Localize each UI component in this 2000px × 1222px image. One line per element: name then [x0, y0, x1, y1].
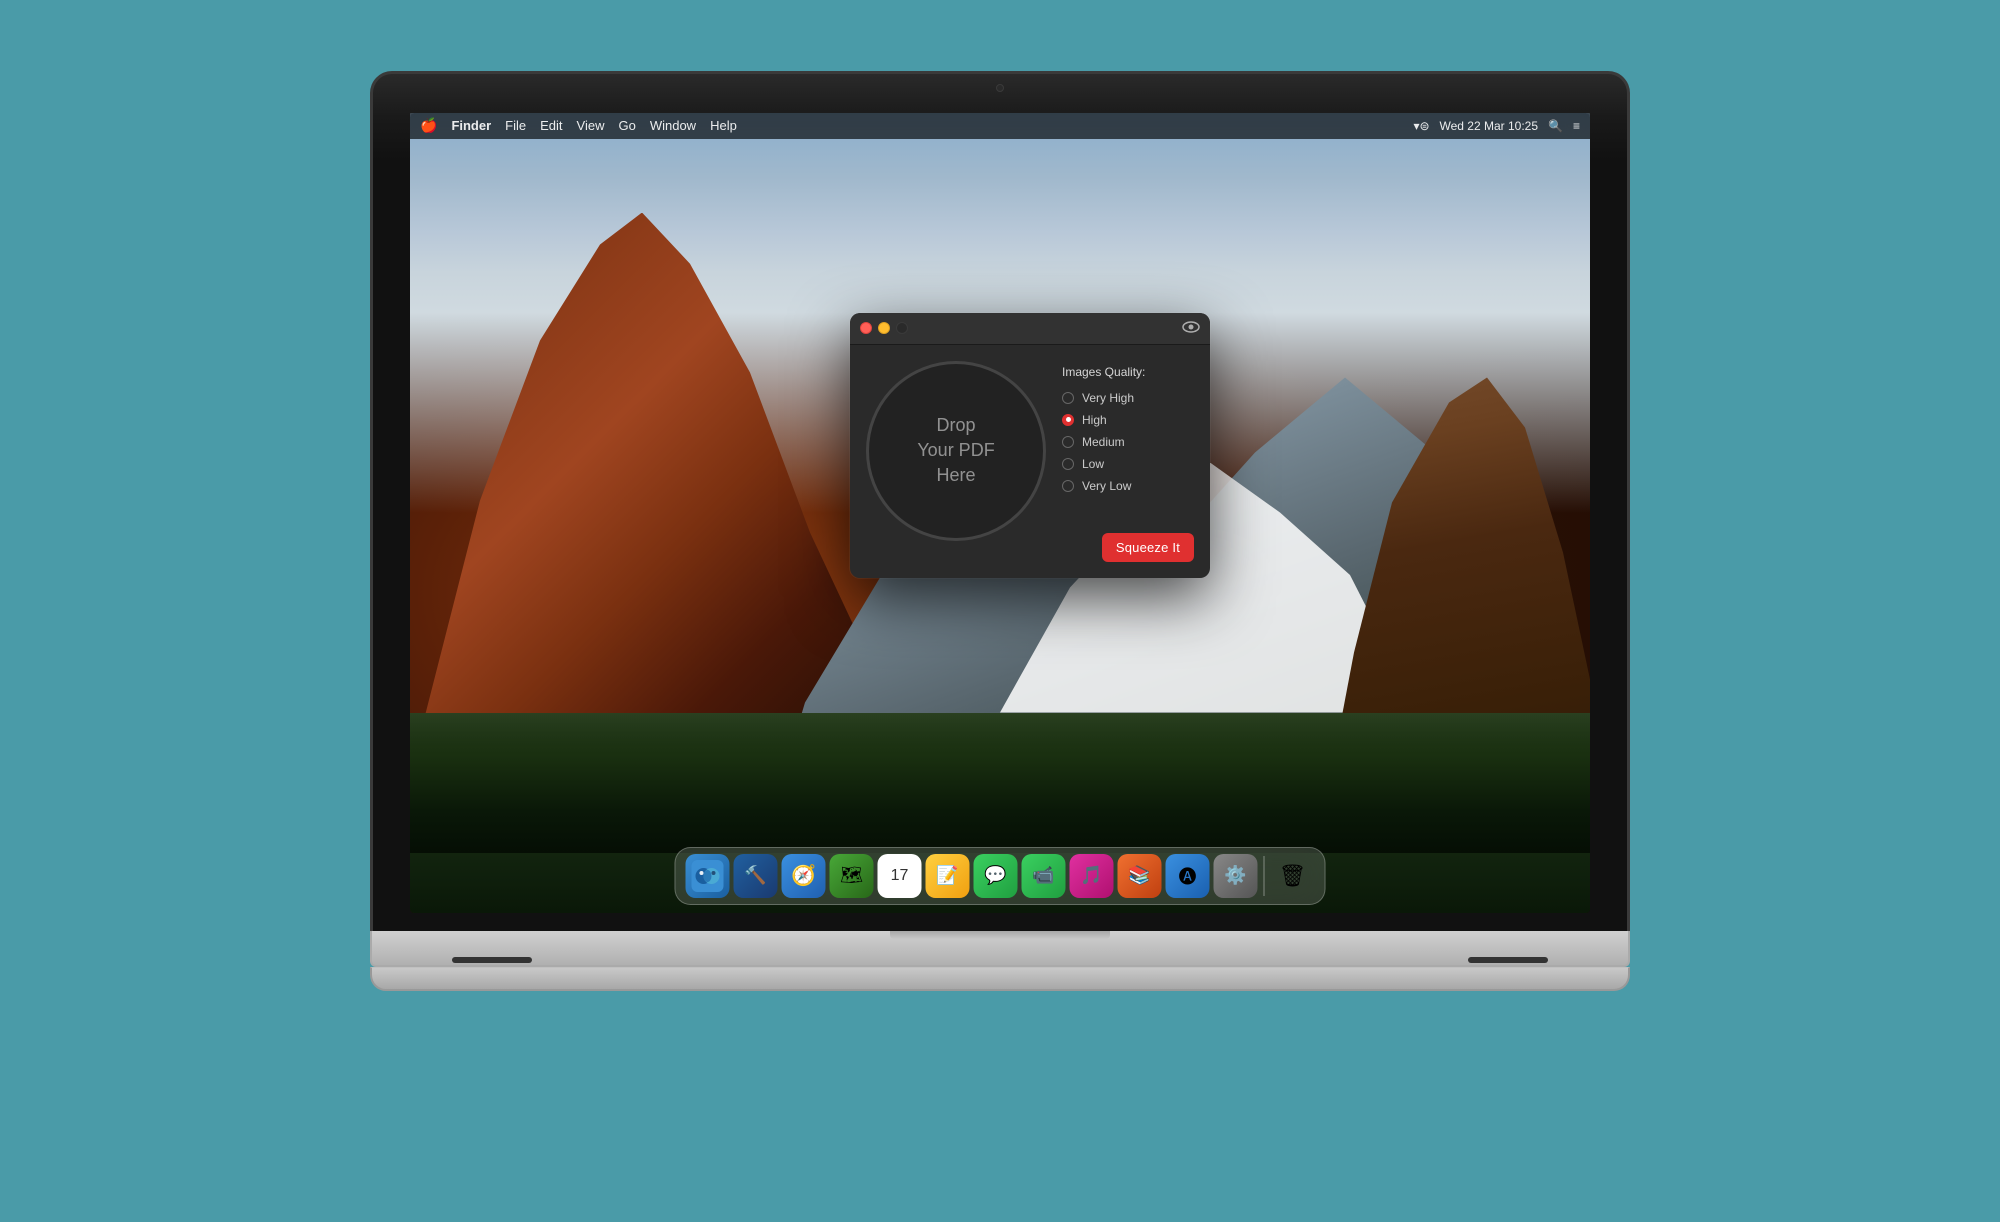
eye-icon[interactable]: [1182, 320, 1200, 336]
dock-icon-maps[interactable]: 🗺: [830, 854, 874, 898]
quality-option-very-high[interactable]: Very High: [1062, 391, 1194, 405]
dock-icon-appstore[interactable]: 🅐: [1166, 854, 1210, 898]
window-content: Drop Your PDF Here Images Quality:: [850, 345, 1210, 578]
dock-icon-safari[interactable]: 🧭: [782, 854, 826, 898]
trees: [410, 713, 1590, 853]
macbook: 🍎 Finder File Edit View Go Window Help ▾…: [370, 71, 1630, 1151]
dock-icon-facetime[interactable]: 📹: [1022, 854, 1066, 898]
quality-option-very-low[interactable]: Very Low: [1062, 479, 1194, 493]
menubar-app-name[interactable]: Finder: [451, 118, 491, 133]
quality-option-medium[interactable]: Medium: [1062, 435, 1194, 449]
macbook-base: [370, 931, 1630, 967]
dock-icon-syspref[interactable]: ⚙️: [1214, 854, 1258, 898]
menubar-file[interactable]: File: [505, 118, 526, 133]
maximize-button[interactable]: [896, 322, 908, 334]
window-titlebar: [850, 313, 1210, 345]
radio-low[interactable]: [1062, 458, 1074, 470]
rubber-foot-left: [452, 957, 532, 963]
apple-logo-icon[interactable]: 🍎: [420, 117, 437, 134]
dock-separator: [1264, 856, 1265, 896]
menubar-left: 🍎 Finder File Edit View Go Window Help: [420, 117, 737, 134]
menubar-help[interactable]: Help: [710, 118, 737, 133]
dock: 🔨 🧭 🗺 17 📝 💬: [675, 847, 1326, 905]
dock-icon-xcode[interactable]: 🔨: [734, 854, 778, 898]
search-icon[interactable]: 🔍: [1548, 119, 1563, 133]
quality-option-high[interactable]: High: [1062, 413, 1194, 427]
dock-icon-messages[interactable]: 💬: [974, 854, 1018, 898]
drop-zone[interactable]: Drop Your PDF Here: [866, 361, 1046, 541]
app-window: Drop Your PDF Here Images Quality:: [850, 313, 1210, 578]
close-button[interactable]: [860, 322, 872, 334]
radio-very-high[interactable]: [1062, 392, 1074, 404]
camera-dot: [996, 84, 1004, 92]
menubar-edit[interactable]: Edit: [540, 118, 562, 133]
dock-icon-itunes[interactable]: 🎵: [1070, 854, 1114, 898]
radio-very-low[interactable]: [1062, 480, 1074, 492]
menubar-window[interactable]: Window: [650, 118, 696, 133]
radio-high[interactable]: [1062, 414, 1074, 426]
screen-lid: 🍎 Finder File Edit View Go Window Help ▾…: [370, 71, 1630, 931]
quality-options: Very High High: [1062, 391, 1194, 493]
quality-panel: Images Quality: Very High: [1062, 361, 1194, 562]
minimize-button[interactable]: [878, 322, 890, 334]
screen-bezel: 🍎 Finder File Edit View Go Window Help ▾…: [410, 113, 1590, 913]
squeeze-button[interactable]: Squeeze It: [1102, 533, 1194, 562]
quality-label-medium: Medium: [1082, 435, 1125, 449]
menubar-view[interactable]: View: [577, 118, 605, 133]
menubar: 🍎 Finder File Edit View Go Window Help ▾…: [410, 113, 1590, 139]
dock-icon-calendar[interactable]: 17: [878, 854, 922, 898]
menubar-right: ▾⊜ Wed 22 Mar 10:25 🔍 ≡: [1413, 119, 1580, 133]
radio-medium[interactable]: [1062, 436, 1074, 448]
macbook-bottom: [370, 967, 1630, 991]
drop-text: Drop Your PDF Here: [917, 413, 994, 489]
quality-option-low[interactable]: Low: [1062, 457, 1194, 471]
radio-dot-high: [1066, 417, 1071, 422]
menubar-go[interactable]: Go: [618, 118, 635, 133]
quality-label-high: High: [1082, 413, 1107, 427]
macbook-hinge: [890, 931, 1110, 939]
menubar-datetime: Wed 22 Mar 10:25: [1440, 119, 1539, 133]
quality-label-very-low: Very Low: [1082, 479, 1131, 493]
wifi-icon: ▾⊜: [1413, 119, 1429, 133]
list-icon[interactable]: ≡: [1573, 119, 1580, 133]
dock-icon-finder[interactable]: [686, 854, 730, 898]
quality-label-very-high: Very High: [1082, 391, 1134, 405]
rubber-foot-right: [1468, 957, 1548, 963]
quality-title: Images Quality:: [1062, 365, 1194, 379]
desktop: 🍎 Finder File Edit View Go Window Help ▾…: [410, 113, 1590, 913]
quality-label-low: Low: [1082, 457, 1104, 471]
dock-icon-ibooks[interactable]: 📚: [1118, 854, 1162, 898]
traffic-lights: [860, 322, 908, 334]
dock-icon-trash[interactable]: 🗑: [1271, 854, 1315, 898]
dock-icon-notes[interactable]: 📝: [926, 854, 970, 898]
